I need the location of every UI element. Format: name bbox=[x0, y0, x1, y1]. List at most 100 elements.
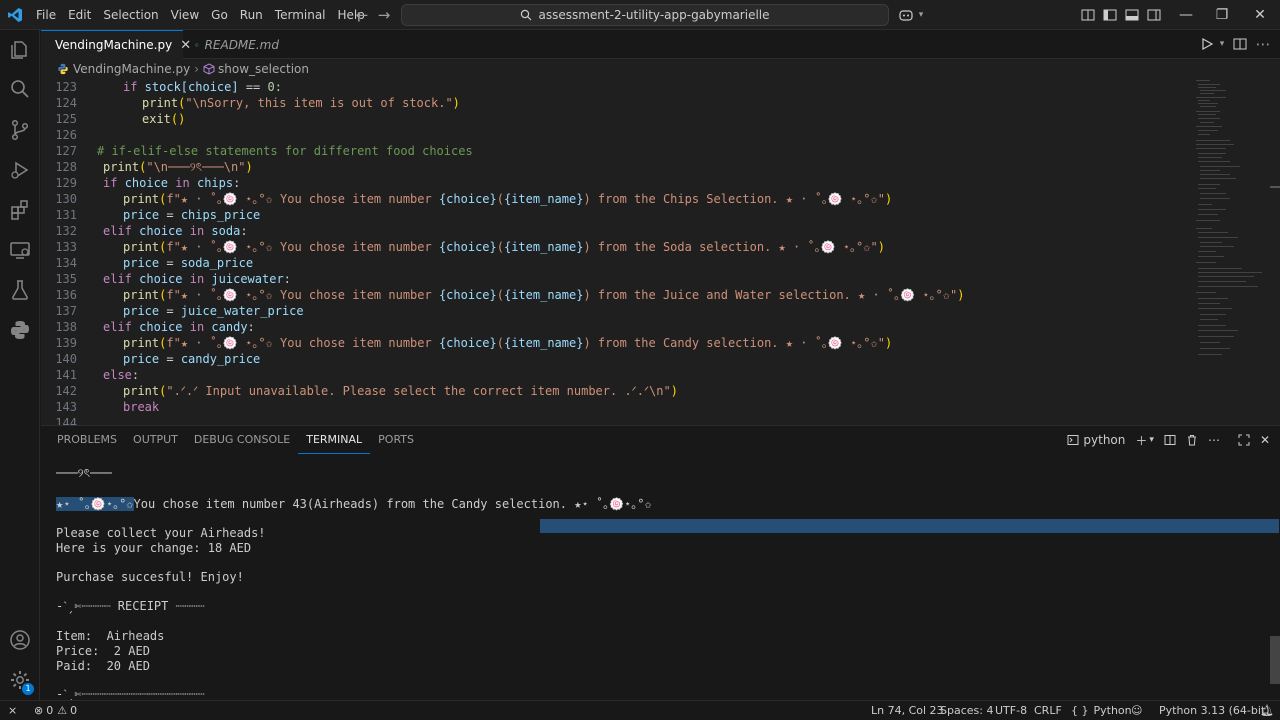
copilot-status-icon[interactable]: ☺ bbox=[1131, 701, 1142, 720]
code-token: else bbox=[103, 368, 132, 382]
close-window-icon[interactable]: ✕ bbox=[1240, 0, 1280, 30]
tab-readme[interactable]: README.md bbox=[187, 30, 287, 59]
back-arrow-icon[interactable]: ← bbox=[353, 6, 371, 24]
code-token: f"★ · ˚｡🍥 ⋆｡°✩ You chose item number bbox=[166, 288, 439, 302]
tab-debug-console[interactable]: DEBUG CONSOLE bbox=[186, 426, 298, 454]
code-token: f"★ · ˚｡🍥 ⋆｡°✩ You chose item number bbox=[166, 240, 439, 254]
minimap[interactable] bbox=[1191, 78, 1266, 425]
source-control-icon[interactable] bbox=[8, 118, 32, 142]
extensions-icon[interactable] bbox=[8, 198, 32, 222]
explorer-icon[interactable] bbox=[8, 38, 32, 62]
menu-file[interactable]: File bbox=[30, 0, 62, 30]
language-mode[interactable]: { } Python bbox=[1071, 701, 1132, 720]
code-line: 130 print (f"★ · ˚｡🍥 ⋆｡°✩ You chose item n… bbox=[41, 191, 1191, 207]
line-number: 137 bbox=[55, 304, 77, 318]
split-terminal-icon[interactable] bbox=[1164, 434, 1176, 446]
tab-terminal[interactable]: TERMINAL bbox=[298, 426, 371, 454]
more-terminal-actions-icon[interactable]: ⋯ bbox=[1208, 433, 1220, 447]
kill-terminal-trash-icon[interactable] bbox=[1186, 434, 1198, 446]
code-token: print bbox=[142, 96, 179, 110]
customize-layout-icon[interactable] bbox=[1080, 7, 1096, 23]
line-ending[interactable]: CRLF bbox=[1034, 701, 1062, 720]
notifications-bell-icon[interactable]: 🔔︎ bbox=[1260, 701, 1274, 720]
account-icon[interactable] bbox=[8, 628, 32, 652]
menu-view[interactable]: View bbox=[165, 0, 205, 30]
tab-ports[interactable]: PORTS bbox=[370, 426, 422, 454]
breadcrumb: VendingMachine.py › show_selection bbox=[41, 59, 1280, 78]
python-icon[interactable] bbox=[8, 318, 32, 342]
code-token: chips_price bbox=[180, 208, 261, 222]
run-debug-icon[interactable] bbox=[8, 158, 32, 182]
code-token: print bbox=[123, 288, 160, 302]
code-token: ".ᐟ.ᐟ Input unavailable. Please select t… bbox=[166, 384, 671, 398]
run-options-chevron-icon[interactable]: ▾ bbox=[1213, 35, 1231, 53]
code-token: choice bbox=[139, 320, 183, 334]
chevron-down-icon[interactable]: ▾ bbox=[912, 6, 930, 24]
tab-output[interactable]: OUTPUT bbox=[125, 426, 186, 454]
more-actions-icon[interactable]: ⋯ bbox=[1254, 35, 1272, 53]
menu-edit[interactable]: Edit bbox=[62, 0, 97, 30]
code-token: ) from the Soda selection. ★ · ˚｡🍥 ⋆｡°✩" bbox=[583, 240, 878, 254]
indentation[interactable]: Spaces: 4 bbox=[940, 701, 993, 720]
code-token: f"★ · ˚｡🍥 ⋆｡°✩ You chose item number bbox=[166, 192, 439, 206]
code-token: stock[choice] bbox=[137, 80, 246, 94]
code-token: : bbox=[233, 176, 241, 190]
toggle-panel-icon[interactable] bbox=[1124, 7, 1140, 23]
code-line: 132 elif choice in soda: bbox=[41, 223, 1191, 239]
menu-terminal[interactable]: Terminal bbox=[269, 0, 332, 30]
code-editor[interactable]: 123 if stock[choice] == 0: 124 print("\nSo… bbox=[41, 78, 1280, 425]
remote-explorer-icon[interactable] bbox=[8, 238, 32, 262]
new-terminal-icon[interactable]: ＋ bbox=[1135, 432, 1147, 449]
tab-vendingmachine[interactable]: VendingMachine.py ✕ bbox=[41, 30, 191, 59]
encoding[interactable]: UTF-8 bbox=[995, 701, 1027, 720]
search-sidebar-icon[interactable] bbox=[8, 77, 32, 101]
restore-icon[interactable]: ❐ bbox=[1202, 0, 1242, 30]
toggle-secondary-sidebar-icon[interactable] bbox=[1146, 7, 1162, 23]
code-token: in bbox=[189, 224, 205, 238]
terminal-shell-selector[interactable]: python bbox=[1067, 433, 1125, 447]
code-line: 142 print(".ᐟ.ᐟ Input unavailable. Please… bbox=[41, 383, 1191, 399]
terminal-dropdown-chevron-icon[interactable]: ▾ bbox=[1149, 435, 1154, 445]
code-token: candy bbox=[211, 320, 248, 334]
python-interpreter[interactable]: Python 3.13 (64-bit) bbox=[1159, 701, 1270, 720]
code-line: 131 price = chips_price bbox=[41, 207, 1191, 223]
code-token: price bbox=[123, 256, 160, 270]
line-number: 134 bbox=[55, 256, 77, 270]
code-token: in bbox=[189, 320, 205, 334]
problems-indicator[interactable]: ⊗ 0 ⚠ 0 bbox=[34, 701, 77, 720]
code-token: price bbox=[123, 304, 160, 318]
code-token: elif bbox=[103, 272, 132, 286]
code-token: {choice} bbox=[438, 192, 497, 206]
breadcrumb-symbol[interactable]: show_selection bbox=[218, 62, 309, 76]
code-line: 128 print("\n───୨ৎ───\n") bbox=[41, 159, 1191, 175]
cursor-position[interactable]: Ln 74, Col 23 bbox=[871, 701, 944, 720]
code-line: 124 print("\nSorry, this item is out of s… bbox=[41, 95, 1191, 111]
split-editor-icon[interactable] bbox=[1232, 36, 1248, 52]
terminal-line: Price: 2 AED bbox=[56, 644, 150, 658]
code-token: choice bbox=[139, 272, 183, 286]
text-selection bbox=[540, 519, 1279, 533]
code-token: soda bbox=[211, 224, 241, 238]
maximize-panel-icon[interactable] bbox=[1238, 434, 1250, 446]
editor-scrollbar[interactable] bbox=[1270, 186, 1280, 188]
code-token: in bbox=[189, 272, 205, 286]
line-number: 142 bbox=[55, 384, 77, 398]
terminal-icon bbox=[1067, 435, 1079, 445]
code-token: exit bbox=[142, 112, 171, 126]
code-token: == bbox=[245, 80, 261, 94]
terminal-scrollbar[interactable] bbox=[1270, 636, 1280, 684]
terminal-output[interactable]: ───୨ৎ─── ★⋆ ˚｡🍥⋆｡°✩You chose item number… bbox=[56, 463, 1279, 701]
tab-problems[interactable]: PROBLEMS bbox=[49, 426, 125, 454]
toggle-primary-sidebar-icon[interactable] bbox=[1102, 7, 1118, 23]
breadcrumb-file[interactable]: VendingMachine.py bbox=[73, 62, 190, 76]
remote-indicator-icon[interactable]: ⨯ bbox=[8, 701, 17, 720]
code-line: 136 print (f"★ · ˚｡🍥 ⋆｡°✩ You chose item n… bbox=[41, 287, 1191, 303]
forward-arrow-icon[interactable]: → bbox=[375, 6, 393, 24]
minimize-icon[interactable]: — bbox=[1166, 0, 1206, 30]
menu-go[interactable]: Go bbox=[205, 0, 234, 30]
command-center-search[interactable]: assessment-2-utility-app-gabymarielle bbox=[401, 4, 889, 26]
menu-selection[interactable]: Selection bbox=[97, 0, 164, 30]
testing-flask-icon[interactable] bbox=[8, 278, 32, 302]
menu-run[interactable]: Run bbox=[234, 0, 269, 30]
close-panel-icon[interactable]: ✕ bbox=[1260, 433, 1270, 447]
